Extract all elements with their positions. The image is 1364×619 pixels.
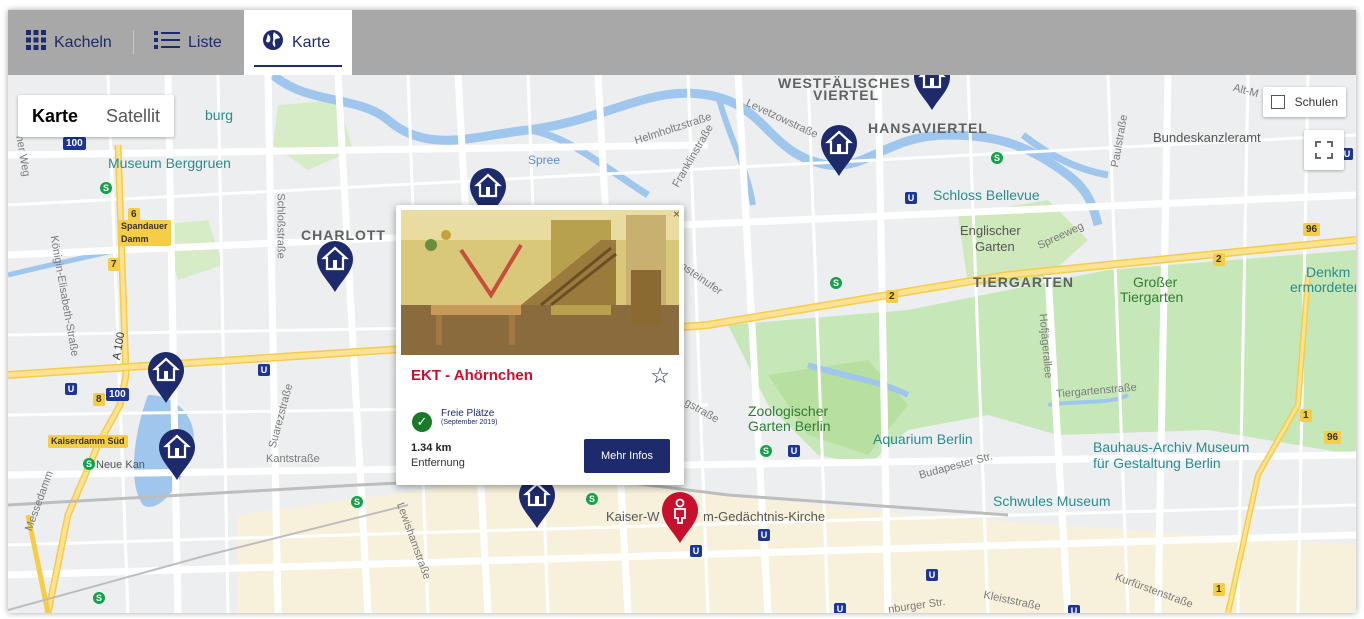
map-label: burg	[205, 107, 234, 123]
s-bahn-icon: S	[830, 277, 842, 289]
view-switcher: Kacheln Liste Karte	[8, 10, 1356, 75]
tab-liste[interactable]: Liste	[148, 10, 243, 75]
fullscreen-icon	[1315, 141, 1333, 159]
map-label: Kaiser-W	[606, 509, 660, 524]
schulen-checkbox[interactable]	[1270, 95, 1285, 109]
road-shield: 7	[108, 258, 120, 271]
kita-name: EKT - Ahörnchen	[411, 367, 533, 384]
s-bahn-icon: S	[991, 152, 1003, 164]
map-label: Bundeskanzleramt	[1153, 130, 1261, 145]
distance-value: 1.34 km	[411, 442, 452, 454]
s-bahn-icon: S	[93, 592, 105, 604]
u-bahn-icon: U	[834, 603, 846, 613]
map-type-satellit-button[interactable]: Satellit	[92, 95, 174, 137]
distance-label: Entfernung	[411, 457, 465, 469]
u-bahn-icon: U	[65, 383, 77, 395]
kita-photo	[401, 210, 679, 355]
map-label: Schwules Museum	[993, 493, 1111, 509]
map-canvas[interactable]: WESTFÄLISCHES VIERTEL HANSAVIERTEL CHARL…	[8, 75, 1356, 613]
user-location-marker-icon[interactable]	[660, 490, 700, 544]
schulen-label: Schulen	[1294, 95, 1338, 109]
tab-kacheln-label: Kacheln	[54, 33, 112, 51]
road-shield: 100	[63, 137, 86, 150]
grid-icon	[26, 30, 46, 55]
map-label: Kantstraße	[266, 453, 320, 465]
s-bahn-icon: S	[100, 182, 112, 194]
u-bahn-icon: U	[905, 192, 917, 204]
app-frame: Kacheln Liste Karte WESTFÄLISCHES VIERTE…	[0, 0, 1364, 619]
u-bahn-icon: U	[1068, 605, 1080, 613]
kita-house-marker-icon[interactable]	[146, 350, 186, 404]
map-label: Neue Kan	[96, 459, 145, 471]
s-bahn-icon: S	[586, 493, 598, 505]
tab-kacheln[interactable]: Kacheln	[18, 10, 128, 75]
u-bahn-icon: U	[788, 445, 800, 457]
map-label: Garten Berlin	[748, 418, 831, 434]
road-shield: 100	[106, 388, 129, 401]
availability-status: Freie Plätze	[441, 408, 495, 419]
more-info-button[interactable]: Mehr Infos	[584, 439, 670, 473]
map-label: Aquarium Berlin	[873, 431, 973, 447]
s-bahn-icon: S	[351, 496, 363, 508]
road-shield: 1	[1300, 409, 1312, 422]
road-shield: 96	[1303, 223, 1321, 236]
map-label: Englischer	[960, 223, 1021, 238]
kita-house-marker-icon[interactable]	[819, 123, 859, 177]
road-label: Spandauer	[121, 221, 168, 231]
close-icon[interactable]: ×	[673, 207, 680, 221]
globe-icon	[262, 29, 284, 56]
map-label: Spree	[528, 153, 561, 167]
s-bahn-icon: S	[83, 458, 95, 470]
availability-date: (September 2019)	[441, 419, 498, 426]
road-shield-label: Spandauer Damm	[118, 220, 171, 246]
check-circle-icon: ✓	[412, 412, 432, 432]
road-shield: 2	[886, 290, 898, 303]
map-type-control: Karte Satellit	[18, 95, 175, 137]
map-label: TIERGARTEN	[973, 274, 1074, 290]
kita-map-view: Kacheln Liste Karte WESTFÄLISCHES VIERTE…	[8, 10, 1356, 613]
map-label: Bauhaus-Archiv Museum	[1093, 439, 1250, 455]
kita-house-marker-icon[interactable]	[157, 427, 197, 481]
road-shield: 2	[1213, 253, 1225, 266]
road-shield: 1	[1213, 583, 1225, 596]
tab-karte[interactable]: Karte	[244, 10, 352, 75]
map-label: Tiergarten	[1120, 289, 1184, 305]
map-label: VIERTEL	[813, 87, 880, 103]
u-bahn-icon: U	[258, 364, 270, 376]
map-label: m-Gedächtnis-Kirche	[703, 509, 826, 524]
tab-divider	[133, 30, 134, 54]
kita-info-card: × EKT - Ahörnchen ☆ ✓ Freie Plätze (Sept…	[396, 205, 684, 485]
map-label: HANSAVIERTEL	[868, 120, 988, 136]
u-bahn-icon: U	[758, 529, 770, 541]
map-label: ermordeten	[1290, 279, 1356, 295]
map-label: Museum Berggruen	[108, 155, 231, 171]
list-icon	[154, 30, 180, 55]
map-label: Schloss Bellevue	[933, 187, 1040, 203]
tab-karte-label: Karte	[292, 33, 331, 51]
map-label: für Gestaltung Berlin	[1093, 455, 1221, 471]
road-shield-label: Kaiserdamm Süd	[48, 435, 128, 448]
star-icon[interactable]: ☆	[650, 363, 670, 389]
map-label: Zoologischer	[748, 403, 829, 419]
tab-liste-label: Liste	[188, 33, 222, 51]
map-label: Denkm	[1306, 264, 1351, 280]
map-label: Großer	[1133, 274, 1178, 290]
road-label: Damm	[121, 234, 149, 244]
s-bahn-icon: S	[760, 445, 772, 457]
road-shield: 8	[93, 393, 105, 406]
map-label: Garten	[975, 239, 1015, 254]
fullscreen-button[interactable]	[1304, 130, 1344, 170]
kita-house-marker-icon[interactable]	[912, 75, 952, 111]
map-label: Schloßstraße	[274, 193, 287, 259]
schulen-toggle[interactable]: Schulen	[1262, 87, 1346, 117]
u-bahn-icon: U	[926, 569, 938, 581]
kita-house-marker-icon[interactable]	[315, 239, 355, 293]
active-tab-indicator	[254, 65, 342, 67]
map-type-karte-button[interactable]: Karte	[18, 95, 92, 137]
u-bahn-icon: U	[690, 545, 702, 557]
road-shield: 96	[1324, 431, 1342, 444]
